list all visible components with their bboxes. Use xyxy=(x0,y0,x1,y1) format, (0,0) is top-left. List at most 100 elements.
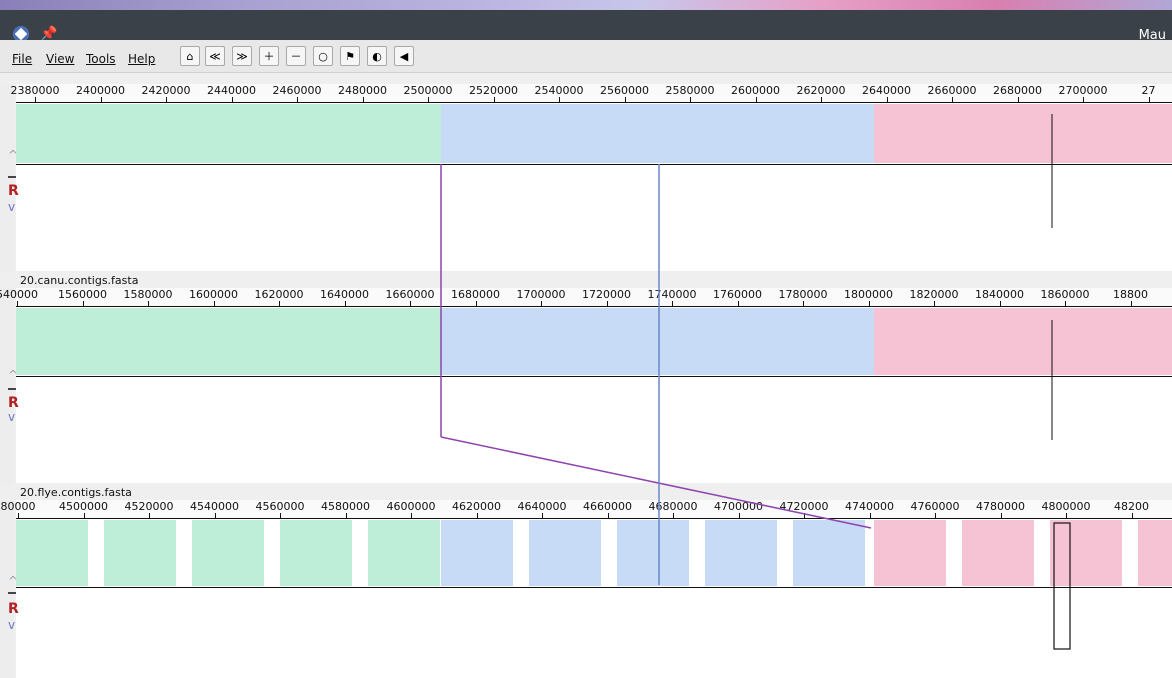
genome-2-tick xyxy=(1130,301,1132,306)
genome-2-name: 20.canu.contigs.fasta xyxy=(20,274,139,287)
scroll-left-icon[interactable]: ≪ xyxy=(205,46,225,66)
genome-2-tick-label: 540000 xyxy=(0,288,38,301)
genome-3-tick-label: 4540000 xyxy=(190,500,239,513)
genome-2-minus-line[interactable] xyxy=(8,388,16,390)
zoom-reset-icon[interactable]: ○ xyxy=(313,46,333,66)
genome-3-bottom xyxy=(16,588,1172,678)
genome-3-tick-label: 4800000 xyxy=(1041,500,1091,513)
genome-2-tick-label: 18800 xyxy=(1113,288,1148,301)
genome-1-tick xyxy=(821,97,822,102)
menu-view[interactable]: View xyxy=(46,52,74,66)
genome-2-tick-label: 1700000 xyxy=(516,288,566,301)
genome-2-tick-label: 1780000 xyxy=(778,288,828,301)
genome-2-block[interactable] xyxy=(874,308,1172,375)
scroll-right-icon[interactable]: ≫ xyxy=(232,46,252,66)
genome-1-tick xyxy=(166,97,167,102)
genome-3-tick xyxy=(411,513,412,518)
genome-3-tick xyxy=(673,513,674,518)
genome-2-tick xyxy=(803,301,804,306)
genome-3-tick-label: 80000 xyxy=(0,500,36,513)
genome-3-tick-label: 4520000 xyxy=(124,500,174,513)
genome-1-tick xyxy=(1148,97,1150,102)
genome-2-r-button[interactable]: R xyxy=(8,395,19,411)
genome-2-tick xyxy=(17,301,18,306)
genome-2-tick-label: 1680000 xyxy=(451,288,500,301)
genome-1-block[interactable] xyxy=(874,104,1172,163)
genome-1-tick-label: 2380000 xyxy=(10,84,60,97)
genome-1-sidebar xyxy=(0,84,14,272)
genome-1-minus-line[interactable] xyxy=(8,176,16,178)
genome-3-block[interactable] xyxy=(874,520,1172,586)
genome-1-tick xyxy=(428,97,429,102)
genome-2-bottom xyxy=(16,377,1172,483)
genome-3-tick-label: 4620000 xyxy=(452,500,501,513)
genome-3-tick xyxy=(83,513,85,518)
genome-3-r-button[interactable]: R xyxy=(8,601,19,617)
genome-3-tick xyxy=(1131,513,1133,518)
genome-3-tick-label: 4760000 xyxy=(910,500,960,513)
genome-2-tick-label: 1840000 xyxy=(975,288,1024,301)
genome-2-sidebar xyxy=(0,288,14,484)
genome-2-tick xyxy=(475,301,477,306)
genome-2-tick xyxy=(934,301,935,306)
genome-3-down-icon[interactable]: v xyxy=(8,618,15,632)
genome-1-tick-label: 2640000 xyxy=(862,84,911,97)
genome-3-tick-label: 4500000 xyxy=(59,500,108,513)
genome-1-block[interactable] xyxy=(16,104,441,163)
home-icon[interactable]: ⌂ xyxy=(180,46,200,66)
genome-2-block[interactable] xyxy=(441,308,874,375)
genome-3-tick xyxy=(280,513,281,518)
genome-2-tick-label: 1860000 xyxy=(1040,288,1090,301)
genome-1-tick xyxy=(35,97,36,102)
genome-1-tick-label: 2600000 xyxy=(731,84,780,97)
flip-icon[interactable]: ⚑ xyxy=(340,46,360,66)
genome-2-tick xyxy=(410,301,411,306)
genome-1-tick-label: 2460000 xyxy=(272,84,322,97)
genome-2-tick-label: 1560000 xyxy=(58,288,107,301)
genome-2-tick xyxy=(737,301,739,306)
genome-1-down-icon[interactable]: v xyxy=(8,200,15,214)
genome-2-tick-label: 1620000 xyxy=(254,288,304,301)
genome-2-tick xyxy=(606,301,608,306)
genome-3-tick xyxy=(149,513,150,518)
genome-3-tick-label: 4680000 xyxy=(648,500,698,513)
genome-3-tick-label: 4740000 xyxy=(845,500,894,513)
genome-1-tick xyxy=(952,97,953,102)
genome-3-block[interactable] xyxy=(16,520,441,586)
genome-1-block[interactable] xyxy=(441,104,874,163)
genome-1-tick xyxy=(559,97,560,102)
genome-2-block[interactable] xyxy=(16,308,441,375)
genome-3-tick xyxy=(214,513,216,518)
genome-3-tick xyxy=(476,513,478,518)
genome-1-tick xyxy=(886,97,888,102)
genome-2-tick-label: 1720000 xyxy=(582,288,631,301)
genome-2-tick-label: 1580000 xyxy=(123,288,173,301)
genome-3-name: 20.flye.contigs.fasta xyxy=(20,486,132,499)
genome-1-tick-label: 27 xyxy=(1141,84,1156,97)
color-icon[interactable]: ◐ xyxy=(367,46,387,66)
menu-tools[interactable]: Tools xyxy=(86,52,116,66)
genome-3-block[interactable] xyxy=(441,520,874,586)
genome-3-tick xyxy=(804,513,805,518)
genome-3-tick-label: 4600000 xyxy=(386,500,436,513)
genome-3-tick-label: 4780000 xyxy=(976,500,1025,513)
genome-1-tick-label: 2560000 xyxy=(600,84,649,97)
genome-2-tick xyxy=(344,301,346,306)
genome-1-r-button[interactable]: R xyxy=(8,183,19,199)
genome-1-tick xyxy=(493,97,495,102)
nav-left-icon[interactable]: ◀ xyxy=(394,46,414,66)
genome-3-tick-label: 4720000 xyxy=(779,500,829,513)
genome-1-tick-label: 2520000 xyxy=(469,84,518,97)
genome-2-down-icon[interactable]: v xyxy=(8,410,15,424)
genome-1-tick xyxy=(624,97,626,102)
genome-2-tick xyxy=(672,301,673,306)
genome-2-tick xyxy=(213,301,215,306)
menu-help[interactable]: Help xyxy=(128,52,155,66)
zoom-in-icon[interactable]: ＋ xyxy=(259,46,279,66)
menu-file[interactable]: File xyxy=(12,52,32,66)
genome-2-tick-label: 1640000 xyxy=(320,288,369,301)
zoom-out-icon[interactable]: － xyxy=(286,46,306,66)
genome-1-bottom xyxy=(16,165,1172,271)
genome-3-minus-line[interactable] xyxy=(8,592,16,594)
genome-1-tick xyxy=(1017,97,1019,102)
